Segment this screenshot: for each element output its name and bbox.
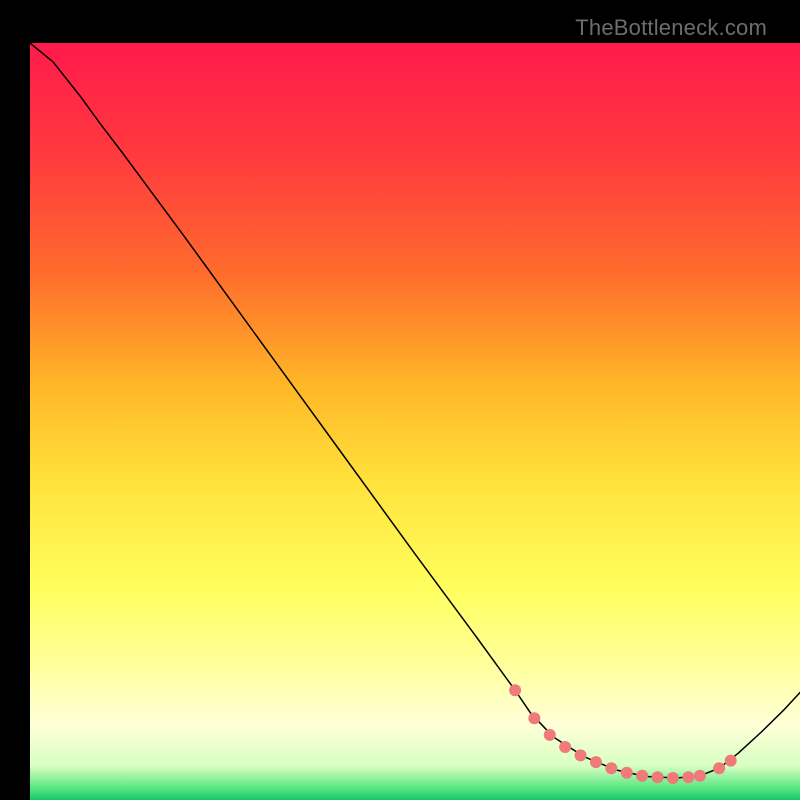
valley-marker: [559, 741, 571, 753]
valley-marker: [621, 767, 633, 779]
valley-marker: [636, 770, 648, 782]
valley-marker: [694, 770, 706, 782]
watermark-text: TheBottleneck.com: [575, 15, 767, 41]
valley-marker: [652, 771, 664, 783]
valley-marker: [544, 729, 556, 741]
valley-marker: [509, 684, 521, 696]
valley-marker: [590, 756, 602, 768]
valley-marker: [575, 749, 587, 761]
valley-marker: [528, 712, 540, 724]
valley-marker: [605, 762, 617, 774]
valley-marker: [725, 755, 737, 767]
gradient-background: [30, 43, 800, 800]
chart-svg: [30, 43, 800, 800]
valley-marker: [713, 762, 725, 774]
valley-marker: [667, 772, 679, 784]
chart-frame: TheBottleneck.com: [15, 15, 785, 785]
chart-plot: [30, 43, 800, 800]
valley-marker: [682, 771, 694, 783]
